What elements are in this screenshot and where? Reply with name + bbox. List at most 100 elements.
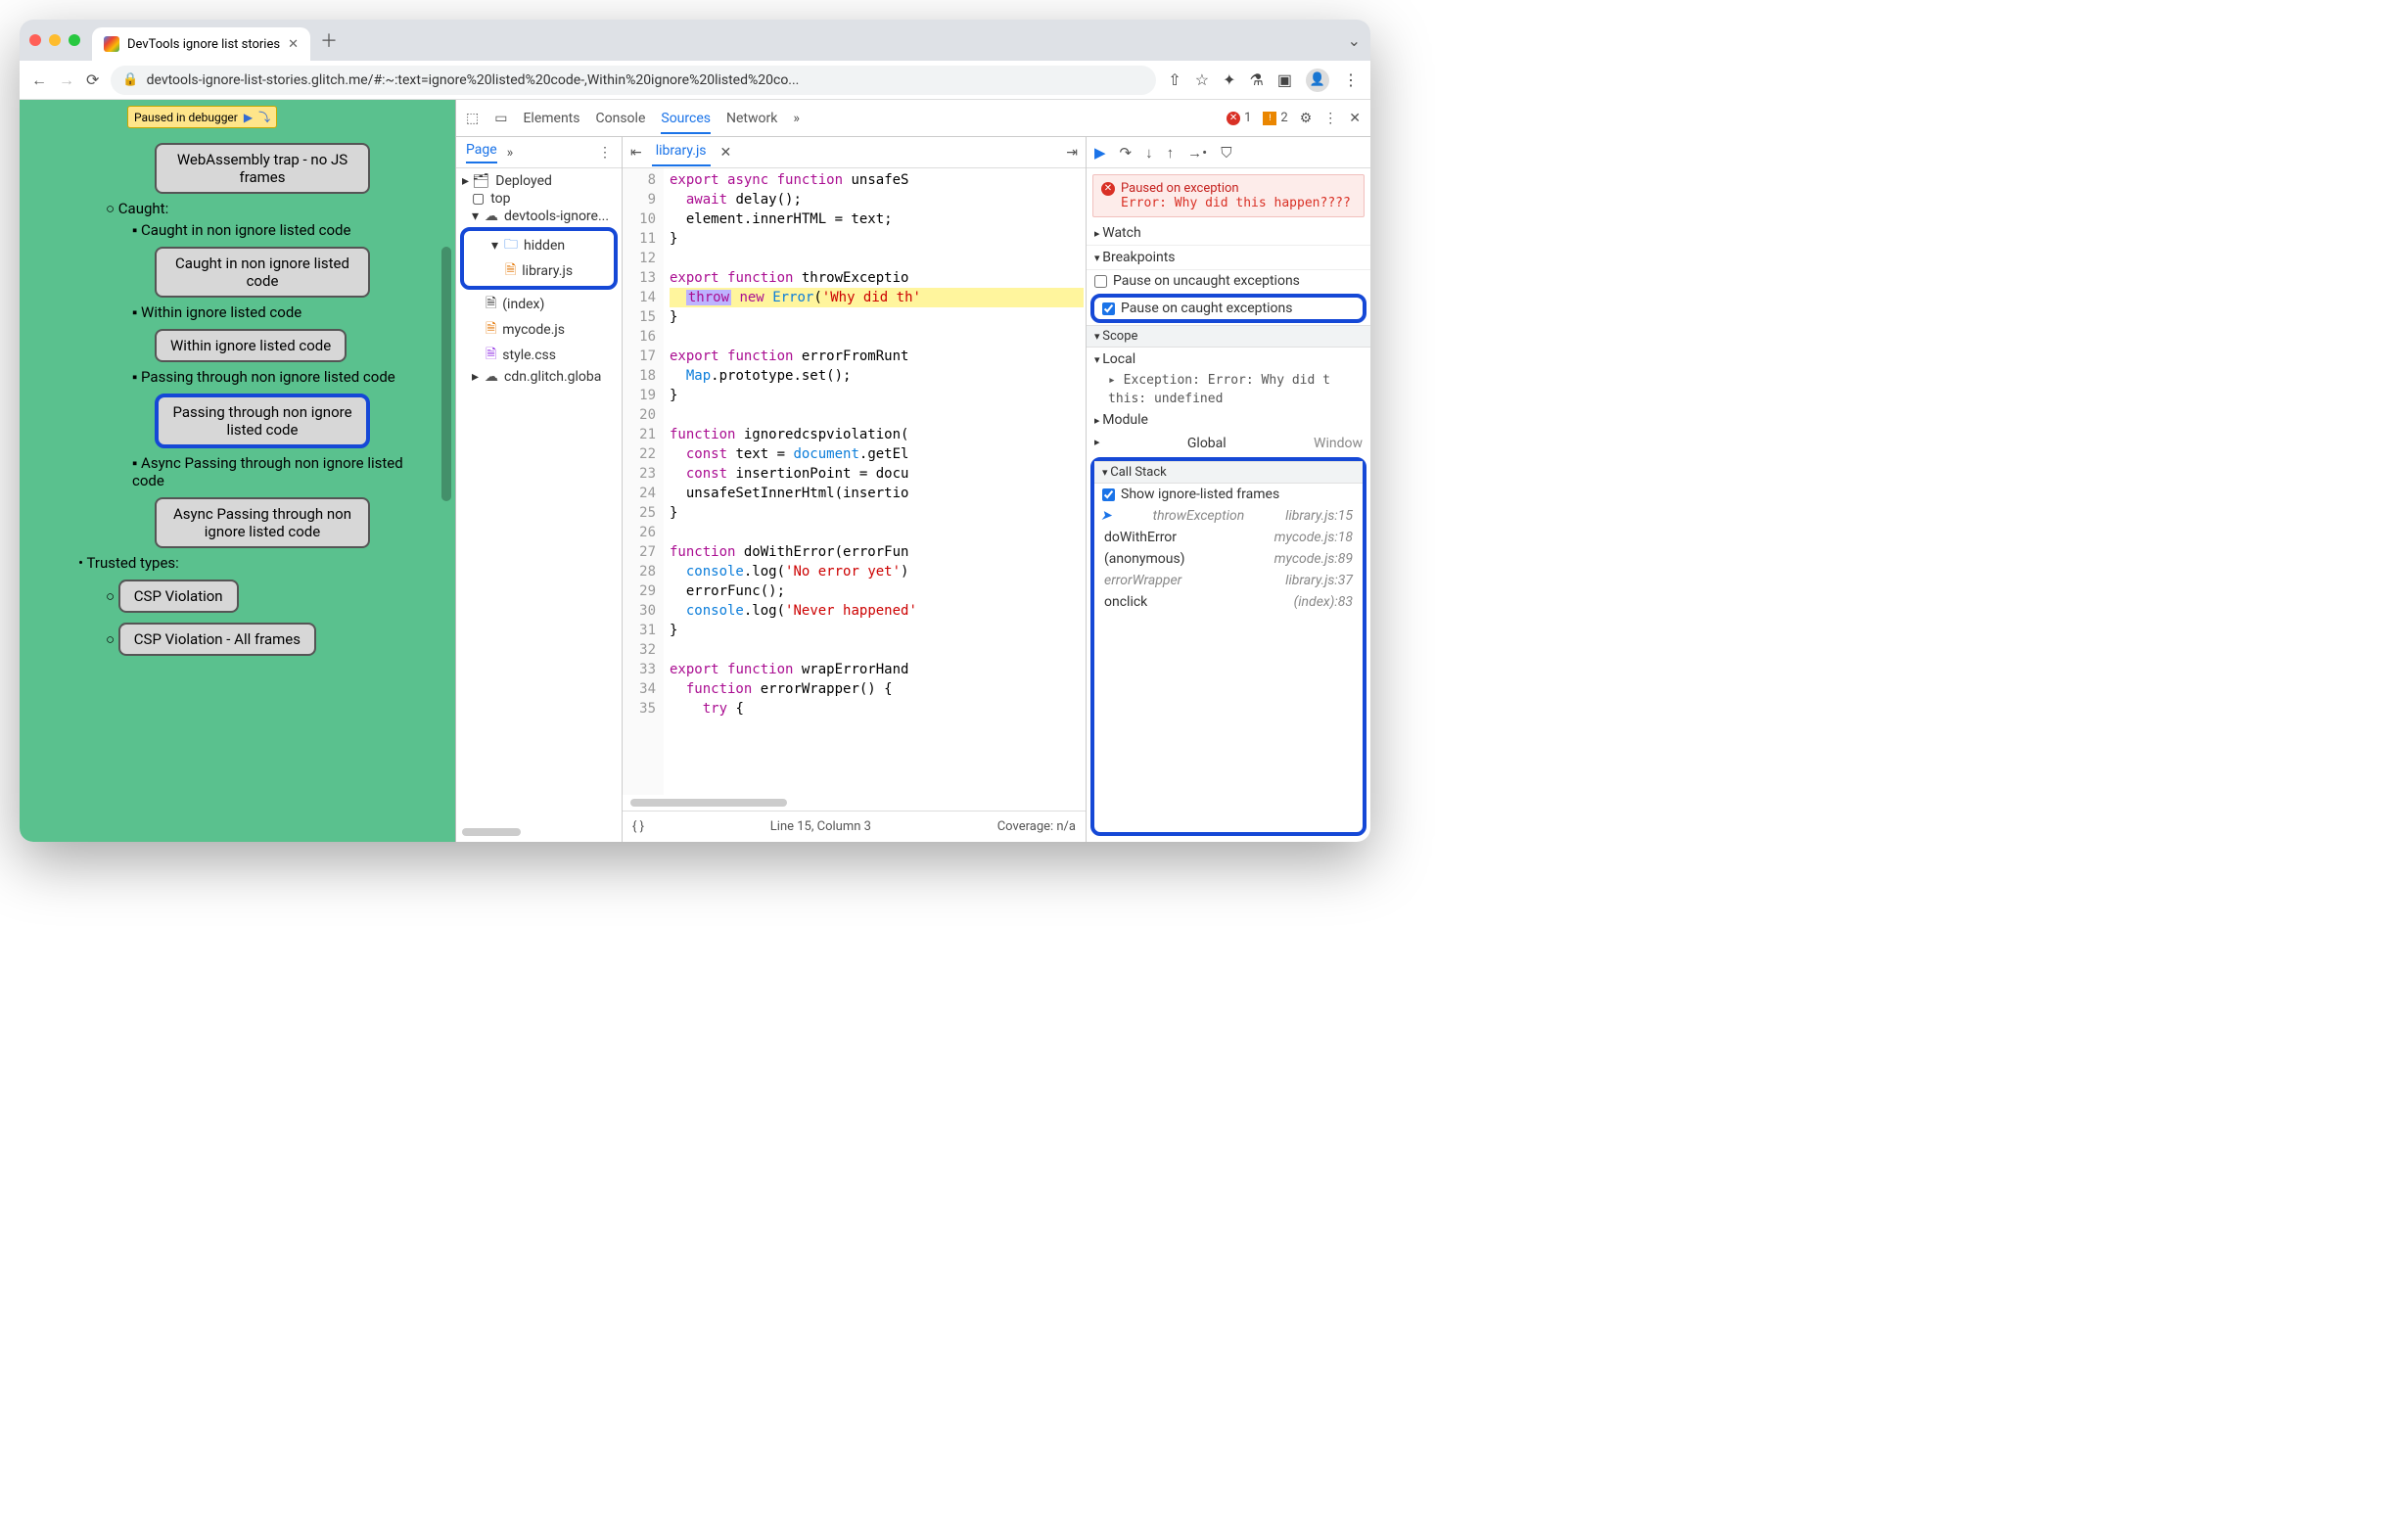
toggle-debug-icon[interactable]: ⇥ (1066, 145, 1078, 161)
bp-uncaught[interactable]: Pause on uncaught exceptions (1087, 270, 1370, 292)
resume-button[interactable]: ▶ (1094, 144, 1106, 162)
more-subpanels-icon[interactable]: » (507, 145, 514, 161)
demo-button[interactable]: CSP Violation - All frames (118, 623, 316, 656)
coverage-status: Coverage: n/a (997, 819, 1076, 834)
pretty-print-icon[interactable]: { } (632, 819, 644, 834)
nav-subpanel-page[interactable]: Page (466, 142, 497, 163)
nav-scrollbar[interactable] (462, 828, 521, 836)
reload-icon[interactable]: ⟳ (86, 70, 99, 89)
tab-sources[interactable]: Sources (661, 111, 711, 134)
tree-library-js[interactable]: 🗎 library.js (466, 258, 612, 284)
extensions-icon[interactable]: ✦ (1223, 70, 1235, 89)
window-icon[interactable]: ▣ (1277, 70, 1292, 89)
device-icon[interactable]: ▭ (494, 111, 507, 126)
share-icon[interactable]: ⇧ (1168, 70, 1181, 89)
close-file-icon[interactable]: ✕ (720, 145, 732, 161)
menu-icon[interactable]: ⋮ (1343, 70, 1359, 89)
tab-close-icon[interactable]: ✕ (288, 37, 299, 52)
step-icon[interactable]: ⤵ (258, 109, 270, 125)
scope-global[interactable]: GlobalWindow (1087, 432, 1370, 455)
page-scrollbar[interactable] (441, 247, 451, 501)
back-icon[interactable]: ← (31, 70, 47, 90)
tab-title: DevTools ignore list stories (127, 37, 280, 52)
lock-icon: 🔒 (122, 72, 138, 87)
demo-button[interactable]: Async Passing through non ignore listed … (155, 497, 370, 548)
warning-badge[interactable]: !2 (1263, 111, 1287, 125)
kebab-icon[interactable]: ⋮ (1323, 111, 1337, 126)
breakpoints-section[interactable]: Breakpoints (1087, 246, 1370, 270)
tree-domain[interactable]: ▾ ☁ devtools-ignore... (460, 208, 618, 225)
favicon-icon (104, 36, 119, 52)
callstack-frame[interactable]: throwExceptionlibrary.js:15 (1094, 505, 1363, 527)
tree-deployed[interactable]: ▸ 🗂 Deployed (460, 172, 618, 190)
traffic-lights (29, 34, 92, 46)
callstack-section[interactable]: Call Stack (1094, 461, 1363, 484)
address-bar[interactable]: 🔒 devtools-ignore-list-stories.glitch.me… (111, 66, 1156, 95)
resume-icon[interactable]: ▶ (244, 111, 253, 124)
code-editor[interactable]: 8910111213141516171819202122232425262728… (623, 168, 1086, 795)
maximize-window-icon[interactable] (69, 34, 80, 46)
callstack-frame[interactable]: (anonymous)mycode.js:89 (1094, 548, 1363, 570)
scope-module[interactable]: Module (1087, 408, 1370, 432)
watch-section[interactable]: Watch (1087, 221, 1370, 246)
toggle-nav-icon[interactable]: ⇤ (630, 145, 642, 161)
nav-more-icon[interactable]: ⋮ (598, 145, 612, 161)
step-into-icon[interactable]: ↓ (1145, 144, 1153, 162)
deactivate-bp-icon[interactable]: ⛉ (1221, 144, 1231, 162)
paused-chip: Paused in debugger ▶ ⤵ (127, 106, 277, 128)
scope-local[interactable]: Local (1087, 348, 1370, 371)
highlight-box: ▾ 🗀 hidden 🗎 library.js (460, 227, 618, 290)
tab-elements[interactable]: Elements (523, 111, 579, 126)
caught-header: Caught: (106, 200, 436, 217)
scope-exception[interactable]: ▸ Exception: Error: Why did t (1087, 371, 1370, 390)
minimize-window-icon[interactable] (49, 34, 61, 46)
new-tab-button[interactable]: ＋ (320, 27, 338, 53)
browser-tab[interactable]: DevTools ignore list stories ✕ (92, 27, 310, 61)
editor-pane: ⇤ library.js ✕ ⇥ 89101112131415161718192… (623, 137, 1087, 842)
demo-button[interactable]: Within ignore listed code (155, 329, 347, 362)
show-ignored-frames[interactable]: Show ignore-listed frames (1094, 484, 1363, 505)
highlight-box: Pause on caught exceptions (1090, 294, 1366, 323)
tab-strip: DevTools ignore list stories ✕ ＋ ⌄ (20, 20, 1370, 61)
callstack-frame[interactable]: onclick(index):83 (1094, 591, 1363, 613)
bp-caught[interactable]: Pause on caught exceptions (1094, 298, 1363, 319)
scope-section[interactable]: Scope (1087, 325, 1370, 348)
labs-icon[interactable]: ⚗ (1250, 70, 1264, 89)
status-line: Line 15, Column 3 (770, 819, 871, 834)
bookmark-icon[interactable]: ☆ (1195, 70, 1209, 89)
error-icon: ✕ (1101, 182, 1115, 196)
item-label: Passing through non ignore listed code (132, 368, 436, 386)
callstack-frame[interactable]: errorWrapperlibrary.js:37 (1094, 570, 1363, 591)
step-over-icon[interactable]: ↷ (1120, 144, 1133, 162)
scope-this: this: undefined (1087, 390, 1370, 408)
demo-button[interactable]: CSP Violation (118, 580, 239, 613)
more-tabs-icon[interactable]: » (793, 111, 800, 126)
step-icon[interactable]: →• (1187, 144, 1207, 162)
tree-hidden-folder[interactable]: ▾ 🗀 hidden (466, 233, 612, 258)
forward-icon: → (59, 70, 74, 90)
tree-cdn[interactable]: ▸ ☁ cdn.glitch.globa (460, 368, 618, 386)
inspect-icon[interactable]: ⬚ (466, 111, 479, 126)
close-window-icon[interactable] (29, 34, 41, 46)
tree-style-css[interactable]: 🗎 style.css (460, 343, 618, 368)
tabs-menu-icon[interactable]: ⌄ (1348, 31, 1361, 50)
tab-console[interactable]: Console (596, 111, 646, 126)
tree-mycode-js[interactable]: 🗎 mycode.js (460, 317, 618, 343)
tree-top[interactable]: ▢ top (460, 190, 618, 208)
callstack-frame[interactable]: doWithErrormycode.js:18 (1094, 527, 1363, 548)
demo-button[interactable]: WebAssembly trap - no JS frames (155, 143, 370, 194)
editor-hscrollbar[interactable] (630, 799, 787, 807)
tree-index[interactable]: 🗎 (index) (460, 292, 618, 317)
devtools: ⬚ ▭ Elements Console Sources Network » ✕… (455, 100, 1370, 842)
tab-network[interactable]: Network (726, 111, 777, 126)
step-out-icon[interactable]: ↑ (1167, 144, 1175, 162)
url-text: devtools-ignore-list-stories.glitch.me/#… (147, 72, 800, 88)
item-label: Async Passing through non ignore listed … (132, 454, 436, 489)
editor-filename[interactable]: library.js (652, 139, 711, 166)
demo-button-highlighted[interactable]: Passing through non ignore listed code (155, 394, 370, 448)
close-devtools-icon[interactable]: ✕ (1349, 111, 1361, 126)
settings-icon[interactable]: ⚙ (1300, 111, 1313, 126)
profile-avatar[interactable]: 👤 (1306, 69, 1329, 92)
error-badge[interactable]: ✕1 (1227, 111, 1251, 125)
demo-button[interactable]: Caught in non ignore listed code (155, 247, 370, 298)
